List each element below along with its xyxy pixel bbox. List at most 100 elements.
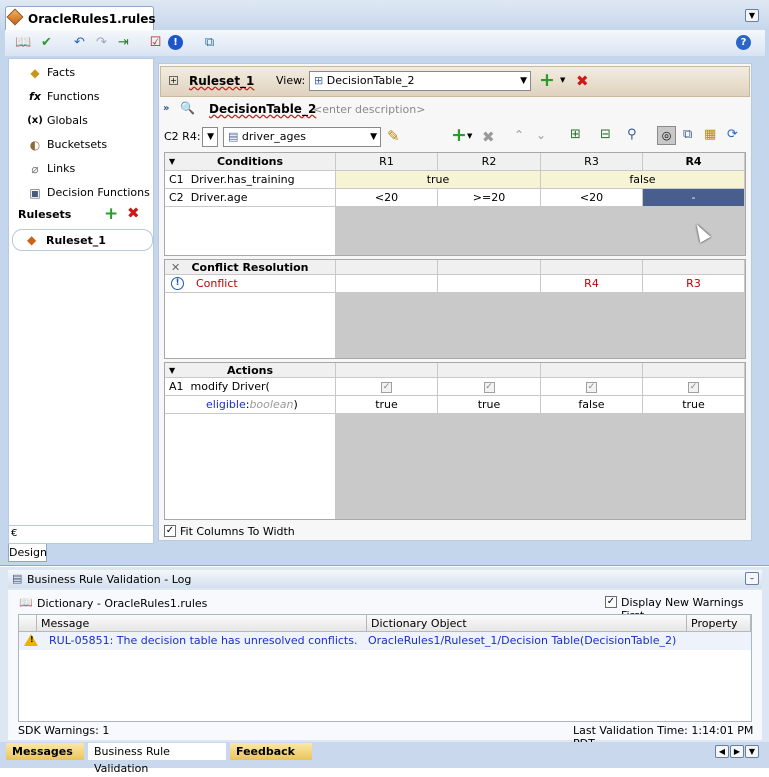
conflict-cell[interactable] [438, 275, 541, 293]
delete-icon[interactable]: ✖ [576, 72, 589, 90]
warning-circle-icon[interactable]: ! [168, 35, 183, 50]
action-value-cell[interactable]: true [438, 396, 541, 414]
condition-cell[interactable]: true [336, 171, 541, 189]
action-checkbox-cell[interactable]: ✓ [643, 378, 745, 396]
tab-business-rule-validation[interactable]: Business Rule Validation [88, 743, 226, 775]
action-row-a1[interactable]: A1 modify Driver( [165, 378, 336, 396]
conflict-row[interactable]: ! Conflict [165, 275, 336, 293]
condition-cell-selected[interactable]: - [643, 189, 745, 207]
link-icon[interactable]: ⧉ [201, 34, 218, 51]
condition-row-c1[interactable]: C1 Driver.has_training [165, 171, 336, 189]
action-checkbox-cell[interactable]: ✓ [336, 378, 438, 396]
table-row[interactable]: ! RUL-05851: The decision table has unre… [19, 632, 751, 650]
rule-header-r2[interactable]: R2 [438, 153, 541, 171]
document-tab[interactable]: OracleRules1.rules [5, 6, 156, 31]
nav-item-globals[interactable]: (x) Globals [9, 109, 155, 133]
tab-list-icon[interactable]: ▼ [745, 745, 759, 758]
action-param-row[interactable]: eligible:boolean) [165, 396, 336, 414]
action-value-cell[interactable]: false [541, 396, 643, 414]
conflict-title: Conflict Resolution [191, 261, 309, 274]
advanced-mode-icon[interactable]: ⧉ [683, 127, 692, 142]
scroll-left-icon[interactable]: ◀ [715, 745, 729, 758]
decision-table-name[interactable]: DecisionTable_2 [209, 102, 316, 116]
dictionary-icon[interactable]: 📖 [15, 34, 32, 51]
help-icon[interactable]: ? [736, 35, 751, 50]
ruleset-item[interactable]: ◆ Ruleset_1 [12, 229, 153, 251]
close-icon[interactable]: ✕ [171, 260, 180, 275]
undo-icon[interactable]: ↶ [71, 34, 88, 51]
nav-item-facts[interactable]: ◆ Facts [9, 61, 155, 85]
checkbox[interactable]: ✓ [381, 381, 392, 393]
collapse-conditions-icon[interactable]: ▼ [169, 153, 175, 171]
collapse-table-icon[interactable]: » [163, 103, 169, 114]
checkbox[interactable]: ✓ [483, 381, 495, 393]
nav-item-links[interactable]: ⌀ Links [9, 157, 155, 181]
log-dictionary-object[interactable]: OracleRules1/Ruleset_1/Decision Table(De… [368, 634, 676, 647]
collapse-icon[interactable]: € [11, 528, 17, 539]
find-gaps-icon[interactable]: ⚲ [627, 127, 637, 142]
display-new-checkbox[interactable]: ✓ [605, 596, 617, 608]
conflict-policy-icon[interactable]: ▦ [704, 127, 716, 142]
rule-header-r1[interactable]: R1 [336, 153, 438, 171]
checkbox[interactable]: ✓ [586, 381, 597, 393]
expand-icon[interactable]: + [169, 76, 178, 85]
facts-icon: ◆ [30, 66, 40, 80]
bucketset-select[interactable]: ▤ driver_ages ▼ [223, 127, 381, 147]
nav-item-bucketsets[interactable]: ◐ Bucketsets [9, 133, 155, 157]
checklist-icon[interactable]: ☑ [147, 34, 164, 51]
rule-header-r4[interactable]: R4 [643, 153, 745, 171]
cell-ref-dropdown[interactable]: ▼ [202, 127, 218, 147]
add-row-dropdown-icon[interactable]: ▼ [467, 132, 472, 140]
nav-item-functions[interactable]: fx Functions [9, 85, 155, 109]
conflict-cell[interactable]: R4 [541, 275, 643, 293]
delete-ruleset-icon[interactable]: ✖ [127, 204, 140, 222]
column-header-dictionary-object[interactable]: Dictionary Object [367, 615, 687, 632]
condition-cell[interactable]: <20 [541, 189, 643, 207]
action-id: A1 [169, 380, 184, 393]
condition-cell[interactable]: false [541, 171, 745, 189]
tab-messages[interactable]: Messages [6, 743, 84, 760]
condition-row-c2[interactable]: C2 Driver.age [165, 189, 336, 207]
param-close: ) [293, 398, 298, 411]
view-select[interactable]: ⊞ DecisionTable_2 ▼ [309, 71, 531, 91]
rule-header-r3[interactable]: R3 [541, 153, 643, 171]
collapse-actions-icon[interactable]: ▼ [169, 363, 175, 378]
move-down-icon[interactable]: ⌄ [536, 128, 546, 142]
conflict-cell[interactable]: R3 [643, 275, 745, 293]
redo-icon[interactable]: ↷ [93, 34, 110, 51]
action-checkbox-cell[interactable]: ✓ [541, 378, 643, 396]
conflict-cell[interactable] [336, 275, 438, 293]
design-tab[interactable]: Design [8, 544, 47, 562]
add-dropdown-icon[interactable]: ▼ [560, 76, 565, 84]
ruleset-name[interactable]: Ruleset_1 [189, 74, 254, 88]
move-up-icon[interactable]: ⌃ [514, 128, 524, 142]
fit-columns-checkbox[interactable]: ✓ [164, 525, 176, 537]
add-row-icon[interactable]: + [451, 124, 467, 146]
actions-empty-area [165, 414, 336, 519]
column-header-message[interactable]: Message [37, 615, 367, 632]
pencil-icon[interactable]: ✎ [387, 127, 400, 145]
column-header-property[interactable]: Property [687, 615, 751, 632]
minimize-icon[interactable]: – [745, 572, 759, 585]
tab-list-dropdown-icon[interactable]: ▼ [745, 9, 759, 22]
warning-icon-mark: ! [30, 635, 34, 644]
tab-feedback[interactable]: Feedback [230, 743, 312, 760]
export-icon[interactable]: ⇥ [115, 34, 132, 51]
add-ruleset-icon[interactable]: + [104, 204, 118, 224]
add-icon[interactable]: + [539, 69, 555, 91]
checkbox[interactable]: ✓ [688, 381, 699, 393]
description-field[interactable]: <enter description> [313, 103, 425, 116]
refresh-icon[interactable]: ⟳ [727, 127, 738, 142]
validate-check-icon[interactable]: ✔ [38, 34, 55, 51]
split-table-icon[interactable]: ⊞ [570, 127, 581, 142]
action-value-cell[interactable]: true [336, 396, 438, 414]
action-checkbox-cell[interactable]: ✓ [438, 378, 541, 396]
scroll-right-icon[interactable]: ▶ [730, 745, 744, 758]
merge-table-icon[interactable]: ⊟ [600, 127, 611, 142]
condition-cell[interactable]: >=20 [438, 189, 541, 207]
delete-row-icon[interactable]: ✖ [482, 128, 495, 146]
action-value-cell[interactable]: true [643, 396, 745, 414]
compact-view-icon[interactable]: ◎ [657, 126, 676, 145]
condition-cell[interactable]: <20 [336, 189, 438, 207]
nav-item-decision-functions[interactable]: ▣ Decision Functions [9, 181, 155, 205]
